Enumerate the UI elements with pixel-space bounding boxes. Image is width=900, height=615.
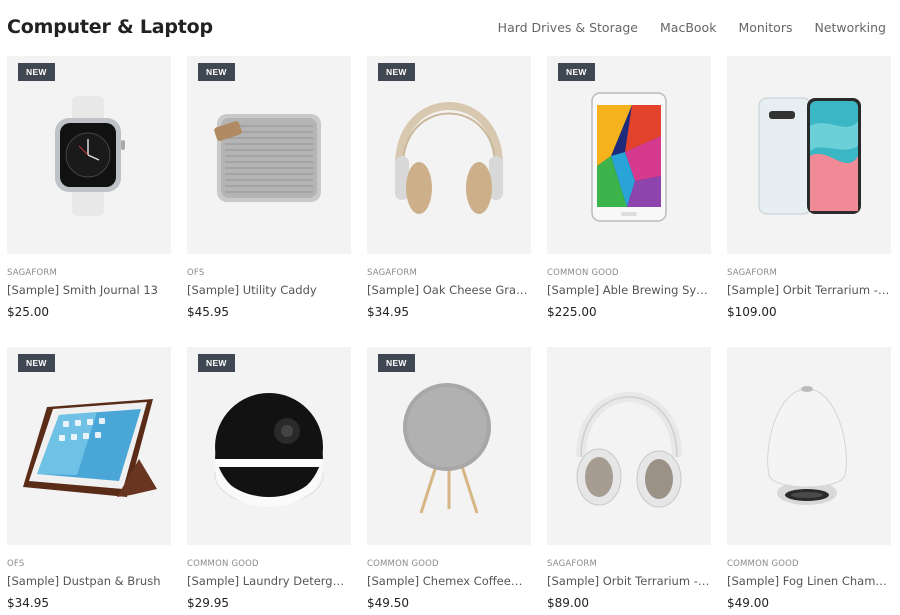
new-badge: NEW bbox=[558, 63, 595, 81]
product-price: $89.00 bbox=[547, 596, 589, 610]
nav-link-monitors[interactable]: Monitors bbox=[738, 20, 792, 35]
product-name[interactable]: [Sample] Orbit Terrarium - Large bbox=[727, 283, 891, 297]
product-brand: COMMON GOOD bbox=[547, 268, 619, 278]
nav-link-macbook[interactable]: MacBook bbox=[660, 20, 716, 35]
product-image[interactable]: NEW bbox=[187, 56, 351, 254]
product-card[interactable]: NEW COMMON GOOD [Sample] Laundry Deterge… bbox=[187, 347, 351, 615]
speaker-box-image bbox=[214, 114, 321, 202]
header: Computer & Laptop Hard Drives & Storage … bbox=[0, 0, 900, 56]
product-name[interactable]: [Sample] Dustpan & Brush bbox=[7, 574, 171, 588]
new-badge: NEW bbox=[18, 354, 55, 372]
product-image[interactable] bbox=[547, 347, 711, 545]
product-card[interactable]: SAGAFORM [Sample] Orbit Terrarium - Larg… bbox=[727, 56, 891, 347]
product-image[interactable]: NEW bbox=[547, 56, 711, 254]
product-name[interactable]: [Sample] Able Brewing System bbox=[547, 283, 711, 297]
product-price: $34.95 bbox=[7, 596, 49, 610]
product-price: $29.95 bbox=[187, 596, 229, 610]
nav-link-networking[interactable]: Networking bbox=[814, 20, 886, 35]
product-brand: COMMON GOOD bbox=[727, 559, 799, 569]
product-brand: COMMON GOOD bbox=[187, 559, 259, 569]
product-card[interactable]: NEW SAGAFORM [Sample] Oak Cheese Grater … bbox=[367, 56, 531, 347]
product-price: $49.50 bbox=[367, 596, 409, 610]
product-card[interactable]: NEW OFS [Sample] Dustpan & Brush $34.95 bbox=[7, 347, 171, 615]
product-price: $34.95 bbox=[367, 305, 409, 319]
product-image[interactable]: NEW bbox=[367, 56, 531, 254]
new-badge: NEW bbox=[18, 63, 55, 81]
product-name[interactable]: [Sample] Oak Cheese Grater bbox=[367, 283, 531, 297]
product-card[interactable]: NEW OFS [Sample] Utility Caddy $45.95 bbox=[187, 56, 351, 347]
product-image[interactable]: NEW bbox=[367, 347, 531, 545]
product-brand: SAGAFORM bbox=[367, 268, 418, 278]
product-image[interactable]: NEW bbox=[187, 347, 351, 545]
product-brand: OFS bbox=[7, 559, 25, 569]
product-card[interactable]: SAGAFORM [Sample] Orbit Terrarium - Smal… bbox=[547, 347, 711, 615]
product-grid: NEW SAGAFORM [Sample] Smith Journal 13 $… bbox=[7, 56, 891, 615]
product-price: $109.00 bbox=[727, 305, 777, 319]
product-brand: COMMON GOOD bbox=[367, 559, 439, 569]
product-brand: SAGAFORM bbox=[727, 268, 778, 278]
product-price: $25.00 bbox=[7, 305, 49, 319]
category-nav: Hard Drives & Storage MacBook Monitors N… bbox=[498, 20, 886, 35]
ipad-case-image bbox=[23, 399, 157, 497]
product-card[interactable]: NEW COMMON GOOD [Sample] Able Brewing Sy… bbox=[547, 56, 711, 347]
product-brand: SAGAFORM bbox=[547, 559, 598, 569]
product-card[interactable]: COMMON GOOD [Sample] Fog Linen Chambray.… bbox=[727, 347, 891, 615]
product-price: $49.00 bbox=[727, 596, 769, 610]
product-image[interactable] bbox=[727, 347, 891, 545]
headphones-beige-image bbox=[395, 102, 503, 214]
headphones-white-image bbox=[576, 392, 682, 508]
product-name[interactable]: [Sample] Chemex Coffeemake... bbox=[367, 574, 531, 588]
product-name[interactable]: [Sample] Fog Linen Chambray... bbox=[727, 574, 891, 588]
product-name[interactable]: [Sample] Laundry Detergent bbox=[187, 574, 351, 588]
egg-speaker-image bbox=[767, 386, 847, 505]
camera-orb-image bbox=[214, 393, 324, 507]
new-badge: NEW bbox=[378, 63, 415, 81]
product-name[interactable]: [Sample] Orbit Terrarium - Small bbox=[547, 574, 711, 588]
product-name[interactable]: [Sample] Utility Caddy bbox=[187, 283, 351, 297]
product-image[interactable]: NEW bbox=[7, 56, 171, 254]
page-title: Computer & Laptop bbox=[7, 16, 213, 38]
new-badge: NEW bbox=[198, 63, 235, 81]
speaker-stand-image bbox=[403, 383, 491, 514]
product-brand: SAGAFORM bbox=[7, 268, 58, 278]
product-image[interactable]: NEW bbox=[7, 347, 171, 545]
watch-image bbox=[55, 96, 125, 216]
product-price: $225.00 bbox=[547, 305, 597, 319]
product-card[interactable]: NEW COMMON GOOD [Sample] Chemex Coffeema… bbox=[367, 347, 531, 615]
nav-link-hard-drives[interactable]: Hard Drives & Storage bbox=[498, 20, 638, 35]
product-price: $45.95 bbox=[187, 305, 229, 319]
phones-image bbox=[758, 97, 861, 215]
product-image[interactable] bbox=[727, 56, 891, 254]
product-name[interactable]: [Sample] Smith Journal 13 bbox=[7, 283, 171, 297]
product-card[interactable]: NEW SAGAFORM [Sample] Smith Journal 13 $… bbox=[7, 56, 171, 347]
new-badge: NEW bbox=[198, 354, 235, 372]
new-badge: NEW bbox=[378, 354, 415, 372]
product-brand: OFS bbox=[187, 268, 205, 278]
tablet-image bbox=[591, 92, 667, 222]
